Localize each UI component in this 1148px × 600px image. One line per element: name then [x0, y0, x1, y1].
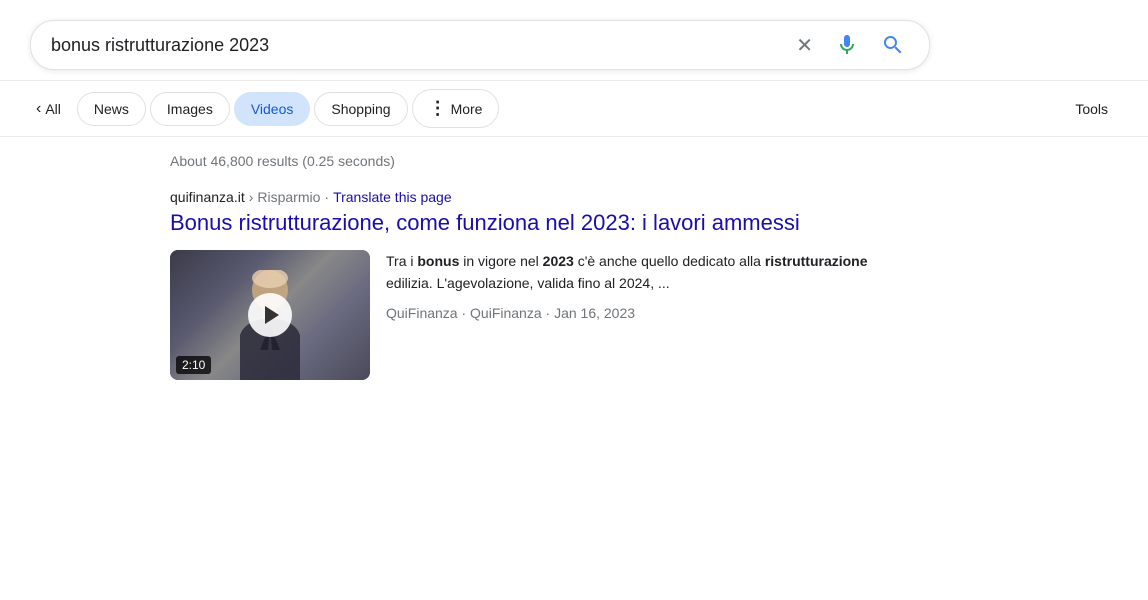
desc-part-6: edilizia. L'agevolazione, valida fino al… [386, 275, 670, 291]
desc-bold-bonus: bonus [417, 253, 459, 269]
tab-shopping[interactable]: Shopping [314, 92, 407, 126]
tab-images-label: Images [167, 101, 213, 117]
search-icons: ✕ [792, 29, 909, 62]
result-title[interactable]: Bonus ristrutturazione, come funziona ne… [170, 209, 910, 238]
result-breadcrumb: quifinanza.it › Risparmio · Translate th… [170, 189, 910, 205]
results-stats: About 46,800 results (0.25 seconds) [170, 153, 1118, 169]
dots-icon: ⋮ [429, 98, 447, 119]
search-bar-container: ✕ [0, 0, 1148, 80]
clear-icon: ✕ [796, 33, 813, 58]
tab-tools-label: Tools [1075, 101, 1108, 117]
desc-bold-ristrutturazione: ristrutturazione [765, 253, 868, 269]
tab-news[interactable]: News [77, 92, 146, 126]
search-bar: ✕ [30, 20, 930, 70]
search-icon [881, 33, 905, 57]
result-meta: QuiFinanza · QuiFinanza · Jan 16, 2023 [386, 302, 910, 324]
video-duration: 2:10 [176, 356, 211, 374]
tab-more[interactable]: ⋮ More [412, 89, 500, 128]
clear-button[interactable]: ✕ [792, 29, 817, 62]
tabs-container: ‹ All News Images Videos Shopping ⋮ More… [0, 81, 1148, 137]
tab-shopping-label: Shopping [331, 101, 390, 117]
tab-news-label: News [94, 101, 129, 117]
result-site: quifinanza.it [170, 189, 245, 205]
microphone-icon [835, 33, 859, 57]
breadcrumb-dot: · [324, 189, 329, 205]
tab-videos-label: Videos [251, 101, 294, 117]
translate-link[interactable]: Translate this page [333, 189, 452, 205]
results-container: About 46,800 results (0.25 seconds) quif… [0, 137, 1148, 396]
desc-part-4: c'è anche quello dedicato alla [574, 253, 765, 269]
breadcrumb-separator: › [249, 189, 254, 205]
search-input[interactable] [51, 35, 792, 56]
result-body: 2:10 Tra i bonus in vigore nel 2023 c'è … [170, 250, 910, 380]
tab-videos[interactable]: Videos [234, 92, 311, 126]
tab-all[interactable]: ‹ All [24, 92, 73, 126]
tab-all-label: All [45, 101, 61, 117]
tab-images[interactable]: Images [150, 92, 230, 126]
voice-search-button[interactable] [831, 29, 863, 61]
tab-tools[interactable]: Tools [1059, 93, 1124, 125]
play-button[interactable] [248, 293, 292, 337]
tab-more-label: More [451, 101, 483, 117]
result-item: quifinanza.it › Risparmio · Translate th… [170, 189, 910, 380]
search-submit-button[interactable] [877, 29, 909, 61]
result-path: Risparmio [257, 189, 320, 205]
result-thumbnail[interactable]: 2:10 [170, 250, 370, 380]
result-description: Tra i bonus in vigore nel 2023 c'è anche… [386, 250, 910, 325]
desc-part-0: Tra i [386, 253, 417, 269]
desc-part-2: in vigore nel [459, 253, 542, 269]
desc-bold-2023: 2023 [543, 253, 574, 269]
chevron-left-icon: ‹ [36, 100, 41, 118]
